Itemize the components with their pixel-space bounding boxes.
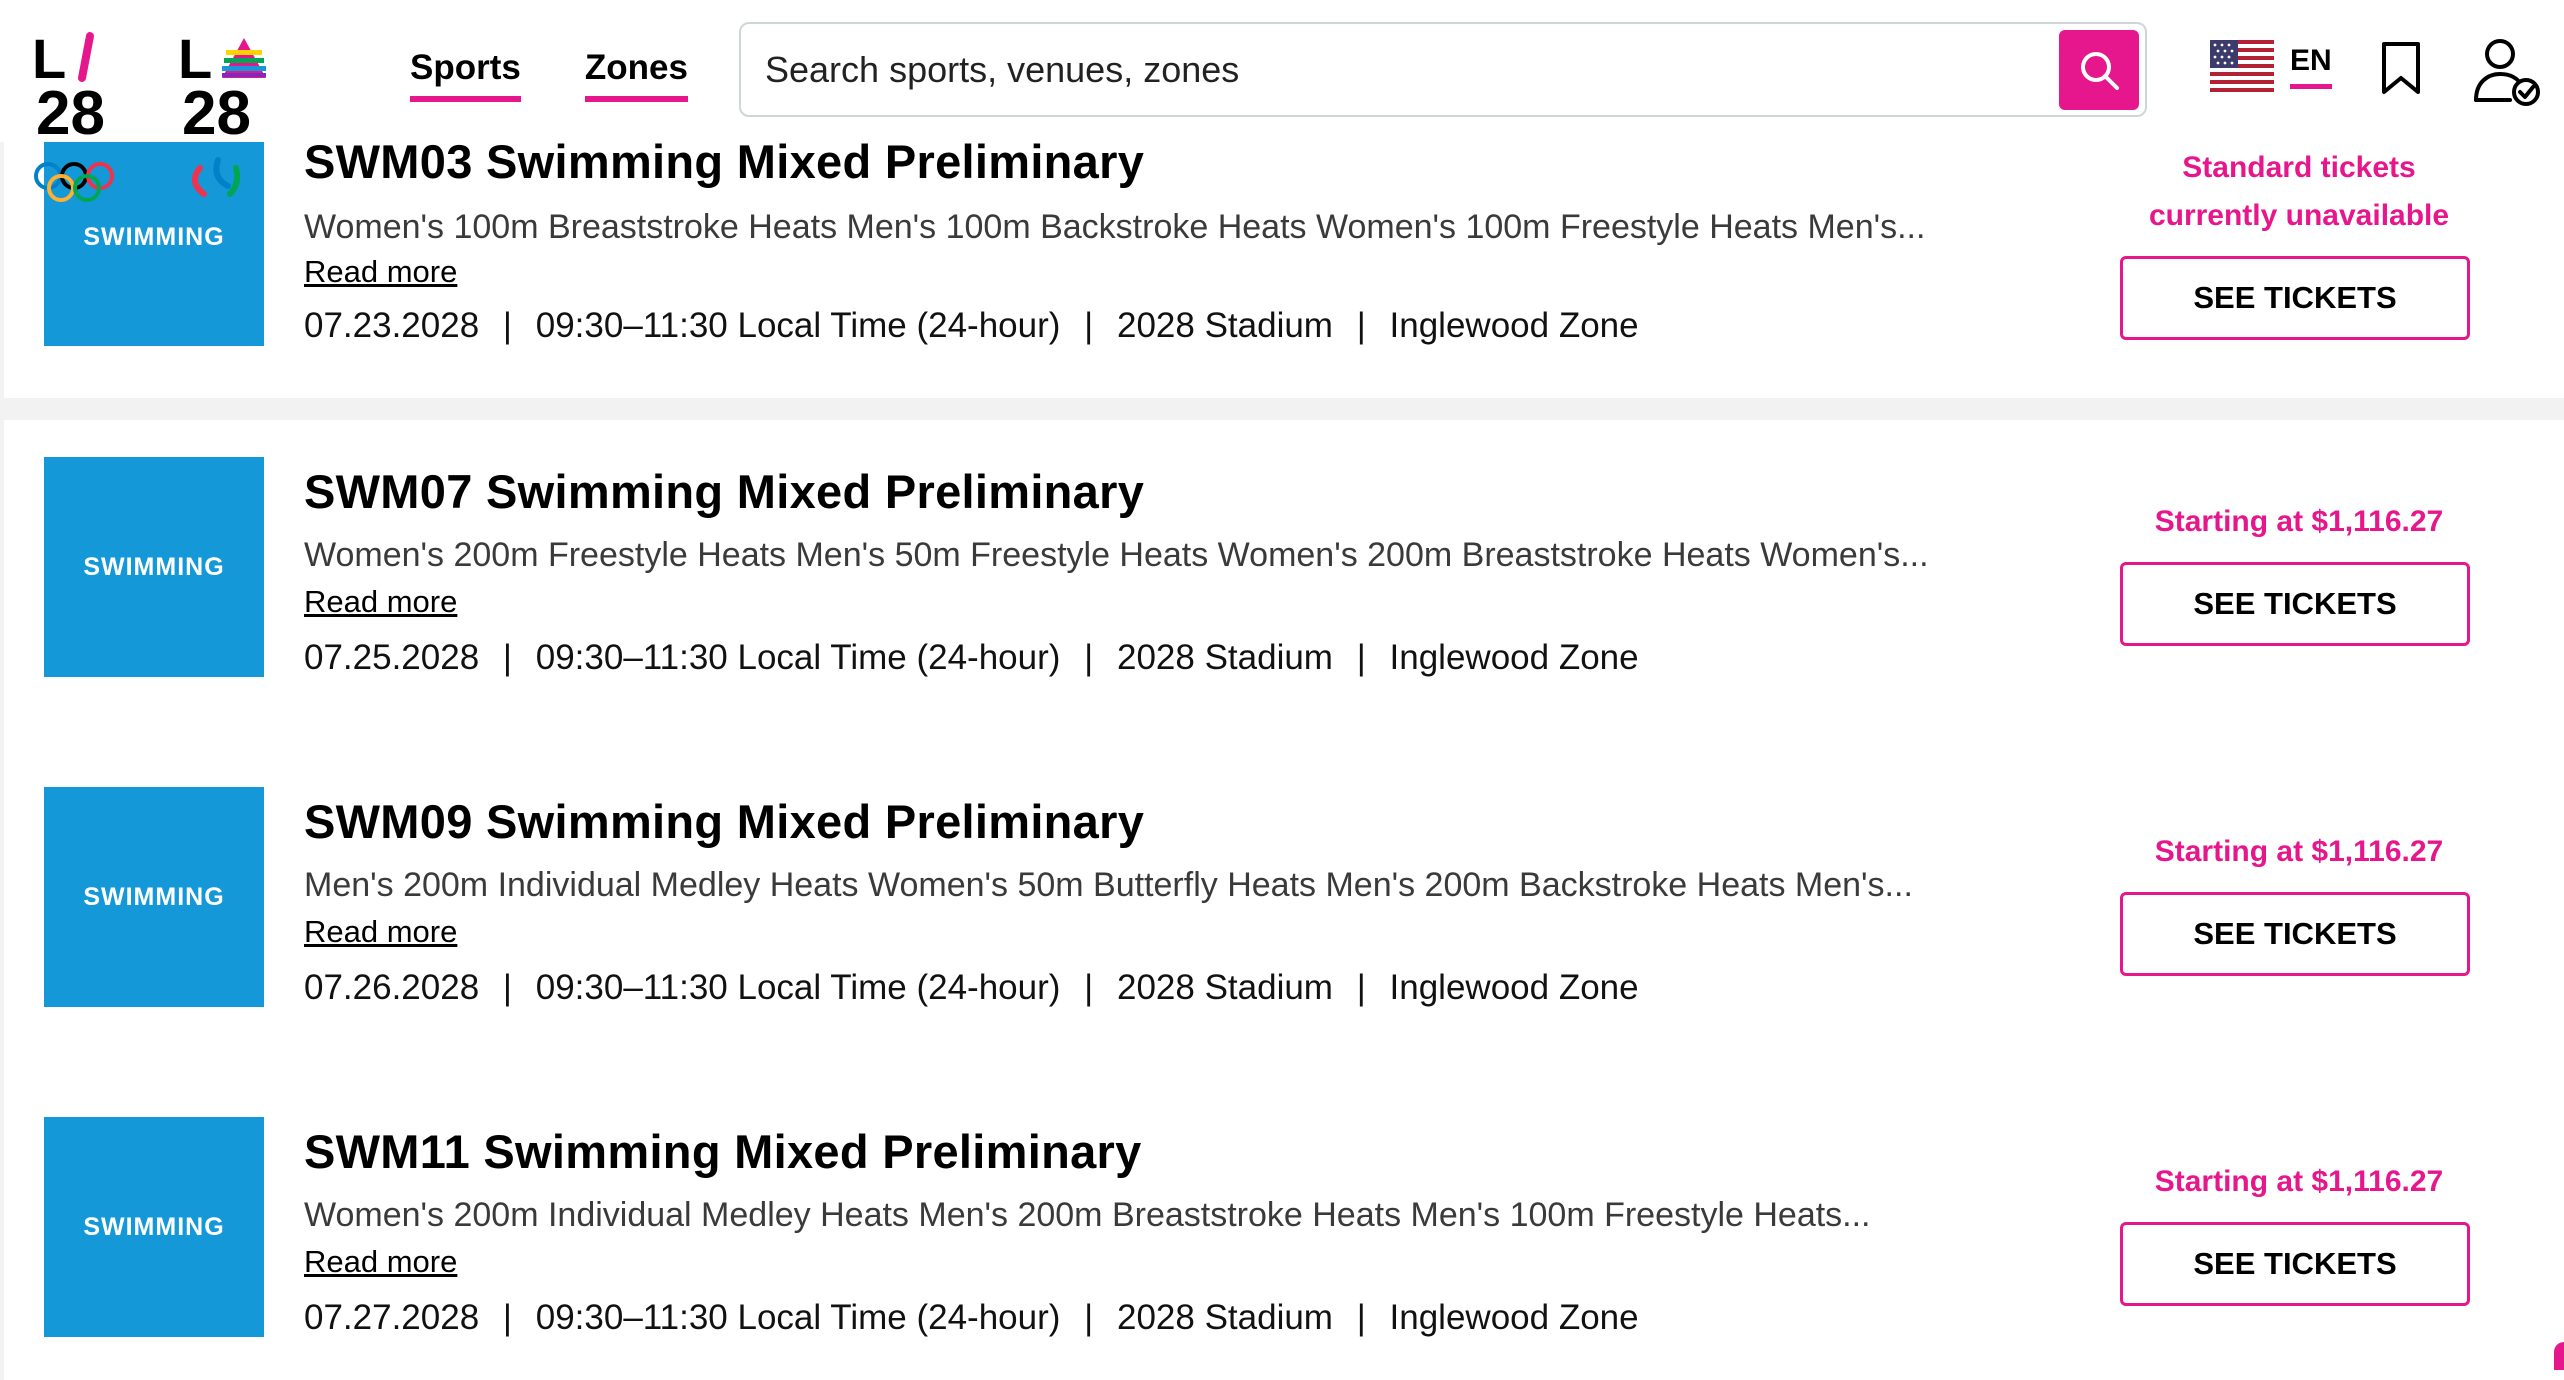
- event-time: 09:30–11:30 Local Time (24-hour): [535, 968, 1061, 1007]
- meta-separator: |: [1084, 968, 1094, 1007]
- ticket-availability: Standard tickets currently unavailable: [2148, 151, 2450, 232]
- see-tickets-button[interactable]: SEE TICKETS: [2120, 562, 2470, 646]
- us-flag-icon: [2210, 40, 2274, 92]
- meta-separator: |: [1084, 638, 1094, 677]
- event-time: 09:30–11:30 Local Time (24-hour): [535, 638, 1061, 677]
- event-zone: Inglewood Zone: [1389, 306, 1639, 345]
- nav-sports[interactable]: Sports: [410, 48, 521, 102]
- event-title[interactable]: SWM11 Swimming Mixed Preliminary: [304, 1124, 1142, 1179]
- event-zone: Inglewood Zone: [1389, 1298, 1639, 1337]
- bookmark-icon: [2382, 42, 2420, 94]
- sport-tile-label: SWIMMING: [83, 1212, 225, 1241]
- user-check-icon: [2474, 39, 2540, 106]
- scroll-indicator[interactable]: [2554, 1342, 2564, 1370]
- meta-separator: |: [1356, 638, 1366, 677]
- meta-separator: |: [1356, 1298, 1366, 1337]
- event-description: Women's 200m Individual Medley Heats Men…: [304, 1196, 1871, 1234]
- event-title[interactable]: SWM07 Swimming Mixed Preliminary: [304, 464, 1144, 519]
- meta-separator: |: [1084, 1298, 1094, 1337]
- search-icon: [2081, 52, 2119, 90]
- language-code: EN: [2290, 44, 2332, 89]
- ticket-price: Starting at $1,116.27: [2154, 835, 2444, 868]
- event-date: 07.27.2028: [304, 1298, 480, 1337]
- event-row: SWIMMING SWM09 Swimming Mixed Preliminar…: [4, 750, 2564, 1080]
- bookmark-button[interactable]: [2376, 40, 2426, 96]
- event-description: Women's 200m Freestyle Heats Men's 50m F…: [304, 536, 1929, 574]
- sport-tile: SWIMMING: [44, 1117, 264, 1337]
- read-more-link[interactable]: Read more: [304, 914, 457, 950]
- event-venue: 2028 Stadium: [1116, 1298, 1333, 1337]
- read-more-link[interactable]: Read more: [304, 1244, 457, 1280]
- svg-text:28: 28: [36, 79, 105, 148]
- meta-separator: |: [502, 306, 512, 345]
- event-meta: 07.26.2028 | 09:30–11:30 Local Time (24-…: [304, 968, 1639, 1008]
- event-title[interactable]: SWM09 Swimming Mixed Preliminary: [304, 794, 1144, 849]
- sport-tile: SWIMMING: [44, 787, 264, 1007]
- event-meta: 07.23.2028 | 09:30–11:30 Local Time (24-…: [304, 306, 1639, 346]
- event-title[interactable]: SWM03 Swimming Mixed Preliminary: [304, 134, 1144, 189]
- sport-tile-label: SWIMMING: [83, 222, 225, 251]
- event-row: SWIMMING SWM11 Swimming Mixed Preliminar…: [4, 1080, 2564, 1380]
- event-date: 07.25.2028: [304, 638, 480, 677]
- language-selector[interactable]: EN: [2210, 40, 2332, 92]
- sport-tile-label: SWIMMING: [83, 552, 225, 581]
- meta-separator: |: [502, 968, 512, 1007]
- nav-zones[interactable]: Zones: [584, 48, 688, 102]
- read-more-link[interactable]: Read more: [304, 584, 457, 620]
- event-meta: 07.27.2028 | 09:30–11:30 Local Time (24-…: [304, 1298, 1639, 1338]
- event-venue: 2028 Stadium: [1116, 638, 1333, 677]
- la28-logo[interactable]: L 28 L 28: [30, 28, 290, 208]
- read-more-link[interactable]: Read more: [304, 254, 457, 290]
- event-meta: 07.25.2028 | 09:30–11:30 Local Time (24-…: [304, 638, 1639, 678]
- sport-tile-label: SWIMMING: [83, 882, 225, 911]
- event-venue: 2028 Stadium: [1116, 306, 1333, 345]
- event-date: 07.26.2028: [304, 968, 480, 1007]
- see-tickets-button[interactable]: SEE TICKETS: [2120, 1222, 2470, 1306]
- event-venue: 2028 Stadium: [1116, 968, 1333, 1007]
- event-zone: Inglewood Zone: [1389, 968, 1639, 1007]
- search-button[interactable]: [2059, 30, 2139, 110]
- event-date: 07.23.2028: [304, 306, 480, 345]
- ticket-price: Starting at $1,116.27: [2154, 1165, 2444, 1198]
- see-tickets-button[interactable]: SEE TICKETS: [2120, 256, 2470, 340]
- event-description: Men's 200m Individual Medley Heats Women…: [304, 866, 1913, 904]
- event-list: SWIMMING SWM03 Swimming Mixed Preliminar…: [0, 0, 2564, 1380]
- see-tickets-button[interactable]: SEE TICKETS: [2120, 892, 2470, 976]
- event-row: SWIMMING SWM07 Swimming Mixed Preliminar…: [4, 420, 2564, 750]
- svg-text:28: 28: [182, 79, 251, 148]
- meta-separator: |: [502, 1298, 512, 1337]
- account-button[interactable]: [2470, 34, 2544, 108]
- event-time: 09:30–11:30 Local Time (24-hour): [535, 306, 1061, 345]
- search-bar: [739, 22, 2147, 117]
- meta-separator: |: [1356, 968, 1366, 1007]
- ticket-price: Starting at $1,116.27: [2154, 505, 2444, 538]
- event-zone: Inglewood Zone: [1389, 638, 1639, 677]
- logo-graphic: L 28 L 28: [32, 28, 266, 202]
- primary-nav: Sports Zones: [410, 48, 688, 102]
- site-header: L 28 L 28 Sports Zones Search sports, ve…: [0, 0, 2564, 202]
- meta-separator: |: [1084, 306, 1094, 345]
- sport-tile: SWIMMING: [44, 457, 264, 677]
- meta-separator: |: [1356, 306, 1366, 345]
- search-input[interactable]: [763, 24, 1983, 115]
- event-description: Women's 100m Breaststroke Heats Men's 10…: [304, 208, 1926, 246]
- event-time: 09:30–11:30 Local Time (24-hour): [535, 1298, 1061, 1337]
- meta-separator: |: [502, 638, 512, 677]
